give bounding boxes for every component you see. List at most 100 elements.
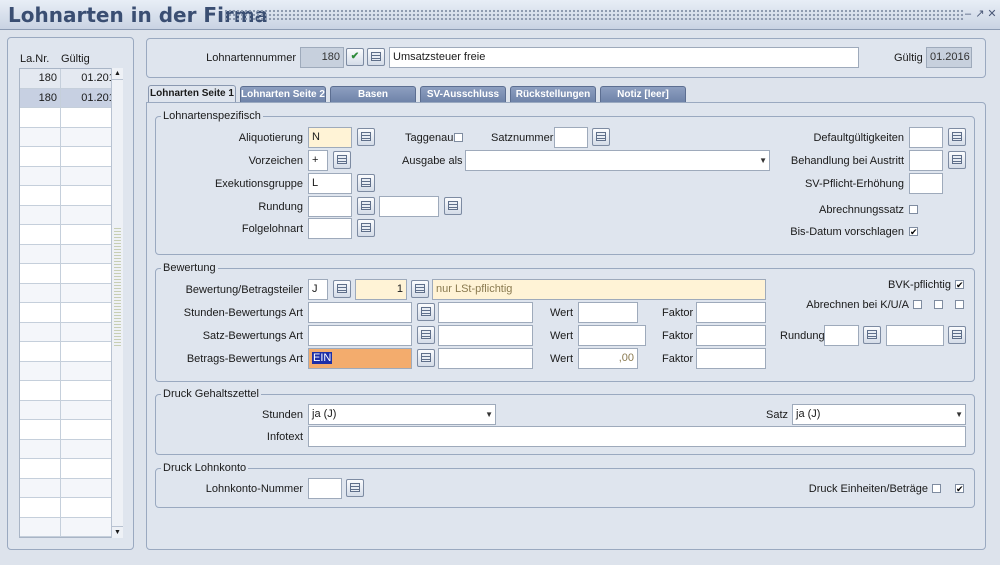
gueltig-field[interactable]: 01.2016 [926,47,972,68]
bewertung-rundung-field-1[interactable] [824,325,859,346]
bewertung-rundung-lookup-button-2[interactable] [948,326,966,344]
stunden-faktor-field[interactable] [696,302,766,323]
lohnkonto-nummer-lookup-button[interactable] [346,479,364,497]
table-row[interactable] [20,478,122,498]
table-row[interactable]: 180 01.2014 [20,69,122,89]
rundung-lookup-button-1[interactable] [357,197,375,215]
tab-sv-ausschluss[interactable]: SV-Ausschluss [420,86,506,102]
lohnart-lookup-button[interactable] [367,48,385,66]
satz-bewertung-field[interactable] [308,325,412,346]
bis-datum-checkbox[interactable]: ✔ [909,227,918,237]
table-row[interactable] [20,303,122,323]
betrags-bewertung-text[interactable] [438,348,533,369]
betragsteiler-field[interactable]: J [308,279,328,300]
satznummer-lookup-button[interactable] [592,128,610,146]
stunden-bewertung-field[interactable] [308,302,412,323]
sv-pflicht-field[interactable] [909,173,943,194]
tab-lohnarten-seite-2[interactable]: Lohnarten Seite 2 [240,86,326,102]
betragsteiler-text[interactable]: nur LSt-pflichtig [432,279,766,300]
rundung-lookup-button-2[interactable] [444,197,462,215]
betragsteiler-number-lookup-button[interactable] [411,280,429,298]
restore-button[interactable]: ↗ [974,7,986,21]
scroll-thumb[interactable] [114,228,121,348]
table-row[interactable] [20,420,122,440]
ausgabe-als-select[interactable]: ▼ [465,150,770,171]
infotext-field[interactable] [308,426,966,447]
stunden-wert-field[interactable] [578,302,638,323]
bewertung-rundung-field-2[interactable] [886,325,944,346]
betragsteiler-number[interactable]: 1 [355,279,407,300]
table-row[interactable] [20,283,122,303]
stunden-bewertung-text[interactable] [438,302,533,323]
lohnartennummer-field[interactable]: 180 [300,47,344,68]
betrags-faktor-field[interactable] [696,348,766,369]
table-row[interactable] [20,439,122,459]
table-row[interactable] [20,400,122,420]
stunden-bewertung-lookup-button[interactable] [417,303,435,321]
druck-satz-select[interactable]: ja (J) ▼ [792,404,966,425]
bvk-pflichtig-checkbox[interactable]: ✔ [955,280,964,290]
lohnkonto-nummer-field[interactable] [308,478,342,499]
table-row[interactable] [20,459,122,479]
table-row[interactable] [20,264,122,284]
table-row[interactable] [20,186,122,206]
austritt-lookup-button[interactable] [948,151,966,169]
tab-rueckstellungen[interactable]: Rückstellungen [510,86,596,102]
exekutionsgruppe-lookup-button[interactable] [357,174,375,192]
aliquotierung-field[interactable]: N [308,127,352,148]
bewertung-rundung-lookup-button-1[interactable] [863,326,881,344]
betrags-bewertung-lookup-button[interactable] [417,349,435,367]
table-row[interactable] [20,498,122,518]
table-row[interactable] [20,127,122,147]
austritt-field[interactable] [909,150,943,171]
tab-lohnarten-seite-1[interactable]: Lohnarten Seite 1 [148,85,236,103]
satz-faktor-field[interactable] [696,325,766,346]
table-row[interactable] [20,225,122,245]
table-row[interactable] [20,381,122,401]
vorzeichen-field[interactable]: + [308,150,328,171]
confirm-check-button[interactable]: ✔ [346,48,364,66]
table-row[interactable] [20,517,122,537]
scroll-down-icon[interactable]: ▼ [112,526,123,538]
table-row[interactable] [20,166,122,186]
table-row[interactable] [20,361,122,381]
taggenau-checkbox[interactable] [454,133,463,142]
folgelohnart-field[interactable] [308,218,352,239]
satz-bewertung-text[interactable] [438,325,533,346]
table-row[interactable] [20,244,122,264]
exekutionsgruppe-field[interactable]: L [308,173,352,194]
defaultgueltigkeiten-field[interactable] [909,127,943,148]
table-row[interactable] [20,342,122,362]
abrechnungssatz-checkbox[interactable] [909,205,918,214]
satz-wert-field[interactable] [578,325,646,346]
tab-basen[interactable]: Basen [330,86,416,102]
aliquotierung-lookup-button[interactable] [357,128,375,146]
list-scrollbar[interactable]: ▲ ▼ [111,68,123,538]
kua-checkbox-u[interactable] [934,300,943,309]
tab-notiz[interactable]: Notiz [leer] [600,86,686,102]
satz-bewertung-lookup-button[interactable] [417,326,435,344]
druck-betraege-checkbox[interactable]: ✔ [955,484,964,494]
betrags-bewertung-field[interactable]: EIN [308,348,412,369]
bezeichnung-field[interactable]: Umsatzsteuer freie [389,47,859,68]
vorzeichen-lookup-button[interactable] [333,151,351,169]
druck-stunden-select[interactable]: ja (J) ▼ [308,404,496,425]
close-button[interactable]: ✕ [986,7,998,21]
table-row[interactable] [20,322,122,342]
table-row[interactable] [20,147,122,167]
kua-checkbox-k[interactable] [913,300,922,309]
druck-einheiten-checkbox[interactable] [932,484,941,493]
defaultgueltigkeiten-lookup-button[interactable] [948,128,966,146]
satznummer-field[interactable] [554,127,588,148]
folgelohnart-lookup-button[interactable] [357,219,375,237]
rundung-field-2[interactable] [379,196,439,217]
table-row[interactable] [20,108,122,128]
table-row[interactable]: 180 01.2016 [20,88,122,108]
kua-checkbox-a[interactable] [955,300,964,309]
betragsteiler-lookup-button[interactable] [333,280,351,298]
minimize-button[interactable]: – [962,7,974,21]
betrags-wert-field[interactable]: ,00 [578,348,638,369]
scroll-up-icon[interactable]: ▲ [112,68,123,80]
table-row[interactable] [20,205,122,225]
rundung-field-1[interactable] [308,196,352,217]
